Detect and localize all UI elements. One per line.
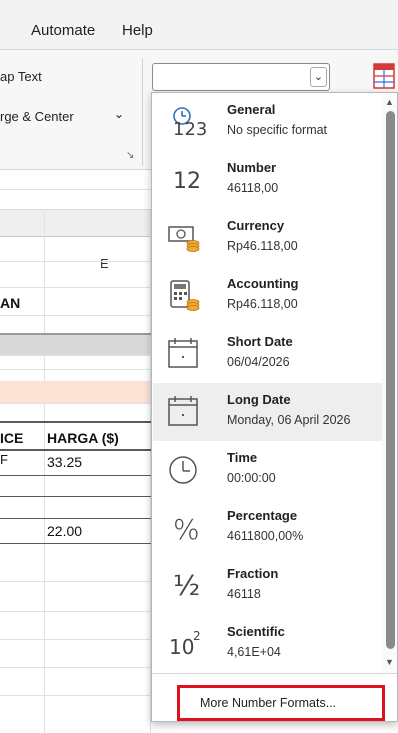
scientific-icon: 10 2 bbox=[169, 629, 201, 659]
merge-center-button[interactable]: rge & Center bbox=[0, 109, 74, 124]
format-item-name: Short Date bbox=[227, 334, 293, 349]
scroll-up-arrow-icon[interactable]: ▲ bbox=[385, 97, 394, 107]
fraction-icon: ½ bbox=[173, 569, 201, 602]
header-cell-price: ICE bbox=[0, 430, 24, 446]
format-item-preview: No specific format bbox=[227, 123, 328, 137]
format-item-preview: Monday, 06 April 2026 bbox=[227, 413, 351, 427]
percent-icon: % bbox=[173, 513, 200, 546]
format-item-scientific[interactable]: 10 2 Scientific 4,61E+04 bbox=[153, 615, 383, 673]
format-item-name: Long Date bbox=[227, 392, 291, 407]
ribbon-tab-bar: Automate Help bbox=[0, 0, 398, 50]
format-item-accounting[interactable]: Accounting Rp46.118,00 bbox=[153, 267, 383, 325]
dropdown-separator bbox=[152, 673, 397, 674]
format-item-preview: 4611800,00% bbox=[227, 529, 304, 543]
currency-icon bbox=[163, 219, 205, 257]
format-item-name: Time bbox=[227, 450, 258, 465]
format-item-preview: Rp46.118,00 bbox=[227, 297, 298, 311]
scrollbar-thumb[interactable] bbox=[386, 111, 395, 649]
scroll-down-arrow-icon[interactable]: ▼ bbox=[385, 657, 394, 667]
format-item-preview: Rp46.118,00 bbox=[227, 239, 298, 253]
merge-dropdown-chevron-icon[interactable]: ⌄ bbox=[114, 107, 124, 121]
more-number-formats-highlight-box: More Number Formats... bbox=[177, 685, 385, 721]
format-item-name: General bbox=[227, 102, 276, 117]
ribbon-group-separator bbox=[142, 58, 143, 166]
format-item-name: Currency bbox=[227, 218, 285, 233]
clock-123-icon: 123 bbox=[163, 103, 208, 141]
wrap-text-button[interactable]: ap Text bbox=[0, 69, 42, 84]
number-12-icon: 12 bbox=[173, 169, 201, 194]
format-item-preview: 00:00:00 bbox=[227, 471, 276, 485]
general-icon-digits: 123 bbox=[173, 119, 208, 140]
format-item-short-date[interactable]: Short Date 06/04/2026 bbox=[153, 325, 383, 383]
highlight-row bbox=[0, 381, 150, 403]
gray-band-row bbox=[0, 335, 150, 355]
chevron-down-icon[interactable]: ⌄ bbox=[310, 67, 327, 87]
format-item-name: Scientific bbox=[227, 624, 285, 639]
format-item-time[interactable]: Time 00:00:00 bbox=[153, 441, 383, 499]
column-header-e[interactable]: E bbox=[100, 256, 109, 271]
tab-automate[interactable]: Automate bbox=[31, 22, 95, 39]
format-item-long-date[interactable]: Long Date Monday, 06 April 2026 bbox=[153, 383, 383, 441]
number-format-dropdown: 123 General No specific format 12 Number… bbox=[151, 92, 398, 722]
format-item-number[interactable]: 12 Number 46118,00 bbox=[153, 151, 383, 209]
format-item-name: Percentage bbox=[227, 508, 298, 523]
format-item-currency[interactable]: Currency Rp46.118,00 bbox=[153, 209, 383, 267]
conditional-format-table-icon[interactable] bbox=[372, 62, 396, 90]
more-number-formats-button[interactable]: More Number Formats... bbox=[200, 696, 336, 710]
clock-icon bbox=[163, 451, 205, 489]
format-item-name: Accounting bbox=[227, 276, 299, 291]
format-item-name: Number bbox=[227, 160, 277, 175]
accounting-icon bbox=[163, 277, 205, 315]
header-cell-harga: HARGA ($) bbox=[47, 430, 119, 446]
calendar-icon bbox=[163, 393, 205, 431]
cell-harga-row1[interactable]: 33.25 bbox=[47, 454, 82, 470]
sheet-title-cell: AN bbox=[0, 295, 21, 311]
tab-help[interactable]: Help bbox=[122, 22, 153, 39]
format-item-fraction[interactable]: ½ Fraction 46118 bbox=[153, 557, 383, 615]
format-item-preview: 46118 bbox=[227, 587, 261, 601]
alignment-dialog-launcher-icon[interactable]: ↘ bbox=[126, 150, 134, 161]
format-item-preview: 06/04/2026 bbox=[227, 355, 290, 369]
calendar-icon bbox=[163, 335, 205, 373]
format-item-general[interactable]: 123 General No specific format bbox=[153, 93, 383, 151]
number-format-combobox[interactable]: ⌄ bbox=[152, 63, 330, 91]
format-item-percentage[interactable]: % Percentage 4611800,00% bbox=[153, 499, 383, 557]
format-item-preview: 46118,00 bbox=[227, 181, 279, 195]
format-item-name: Fraction bbox=[227, 566, 279, 581]
cell-harga-row4[interactable]: 22.00 bbox=[47, 523, 82, 539]
cell-price-row1[interactable]: F bbox=[0, 452, 8, 467]
dropdown-scrollbar[interactable]: ▲ ▼ bbox=[382, 93, 397, 673]
format-item-preview: 4,61E+04 bbox=[227, 645, 281, 659]
